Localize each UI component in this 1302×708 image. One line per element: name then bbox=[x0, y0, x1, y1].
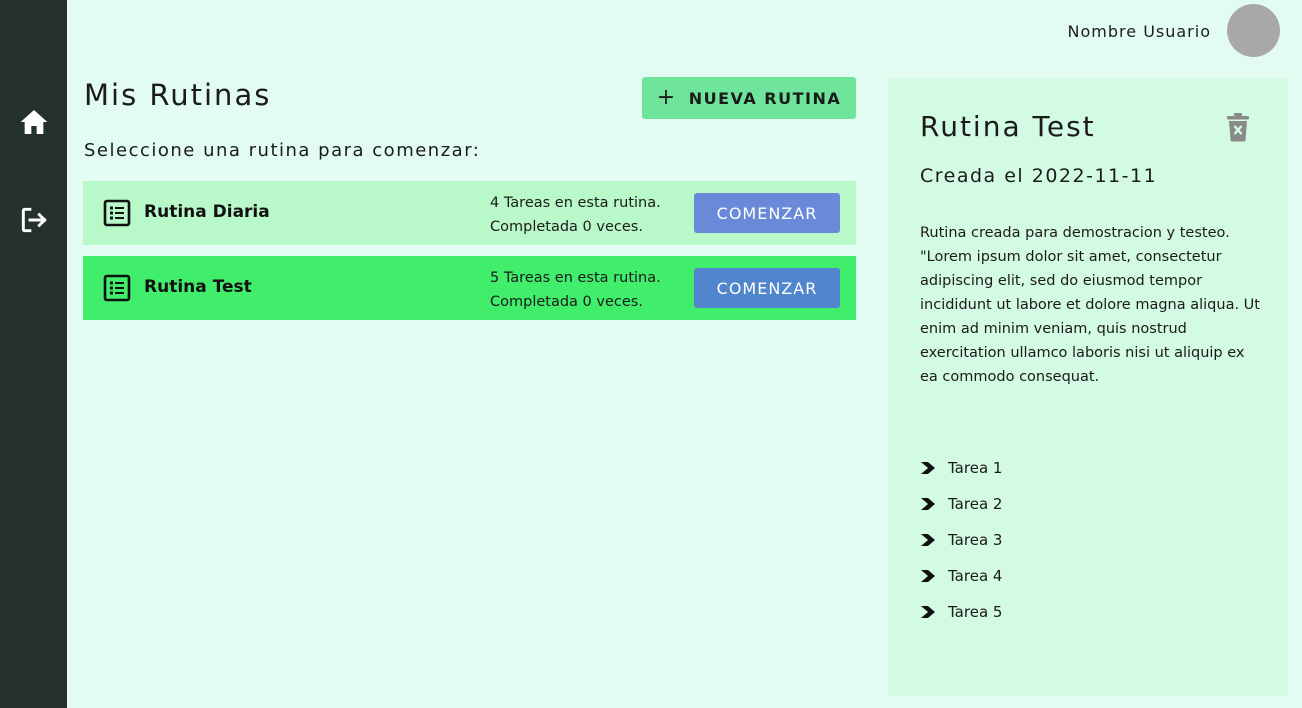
list-icon bbox=[103, 274, 131, 302]
task-item: Tarea 3 bbox=[920, 522, 1002, 558]
task-label: Tarea 3 bbox=[948, 531, 1003, 549]
chevron-right-icon bbox=[921, 534, 935, 546]
task-item: Tarea 4 bbox=[920, 558, 1002, 594]
list-icon bbox=[103, 199, 131, 227]
routine-completed-count: Completada 0 veces. bbox=[490, 294, 643, 310]
routine-item-selected[interactable]: Rutina Test 5 Tareas en esta rutina. Com… bbox=[83, 256, 856, 320]
task-item: Tarea 5 bbox=[920, 594, 1002, 630]
detail-description: Rutina creada para demostracion y testeo… bbox=[920, 225, 1260, 385]
task-label: Tarea 5 bbox=[948, 603, 1003, 621]
sidebar bbox=[0, 0, 67, 708]
routine-name: Rutina Diaria bbox=[144, 202, 270, 222]
routine-info: 5 Tareas en esta rutina. Completada 0 ve… bbox=[490, 266, 661, 314]
task-item: Tarea 2 bbox=[920, 486, 1002, 522]
logout-button[interactable] bbox=[14, 200, 54, 240]
routine-info: 4 Tareas en esta rutina. Completada 0 ve… bbox=[490, 191, 661, 239]
select-routine-prompt: Seleccione una rutina para comenzar: bbox=[84, 140, 481, 161]
start-routine-button[interactable]: COMENZAR bbox=[694, 193, 840, 233]
detail-created-date: Creada el 2022-11-11 bbox=[920, 165, 1158, 187]
task-label: Tarea 1 bbox=[948, 459, 1003, 477]
user-name: Nombre Usuario bbox=[1067, 22, 1211, 41]
routine-name: Rutina Test bbox=[144, 277, 252, 297]
new-routine-button[interactable]: + NUEVA RUTINA bbox=[642, 77, 856, 119]
task-label: Tarea 2 bbox=[948, 495, 1003, 513]
new-routine-label: NUEVA RUTINA bbox=[688, 88, 842, 108]
routine-item[interactable]: Rutina Diaria 4 Tareas en esta rutina. C… bbox=[83, 181, 856, 245]
start-routine-button[interactable]: COMENZAR bbox=[694, 268, 840, 308]
routine-detail-panel: Rutina Test Creada el 2022-11-11 Rutina … bbox=[888, 78, 1288, 696]
routine-task-count: 5 Tareas en esta rutina. bbox=[490, 270, 661, 286]
chevron-right-icon bbox=[921, 606, 935, 618]
delete-icon[interactable] bbox=[1226, 112, 1250, 142]
detail-title: Rutina Test bbox=[920, 110, 1096, 143]
plus-icon: + bbox=[656, 85, 677, 110]
home-button[interactable] bbox=[14, 102, 54, 142]
chevron-right-icon bbox=[921, 462, 935, 474]
task-item: Tarea 1 bbox=[920, 450, 1002, 486]
chevron-right-icon bbox=[921, 498, 935, 510]
routine-task-count: 4 Tareas en esta rutina. bbox=[490, 195, 661, 211]
routine-completed-count: Completada 0 veces. bbox=[490, 219, 643, 235]
page-title: Mis Rutinas bbox=[84, 78, 272, 112]
home-icon bbox=[20, 110, 48, 134]
logout-icon bbox=[21, 207, 47, 233]
task-list: Tarea 1 Tarea 2 Tarea 3 Tarea 4 Tarea 5 bbox=[920, 450, 1002, 630]
task-label: Tarea 4 bbox=[948, 567, 1003, 585]
chevron-right-icon bbox=[921, 570, 935, 582]
avatar[interactable] bbox=[1227, 4, 1280, 57]
